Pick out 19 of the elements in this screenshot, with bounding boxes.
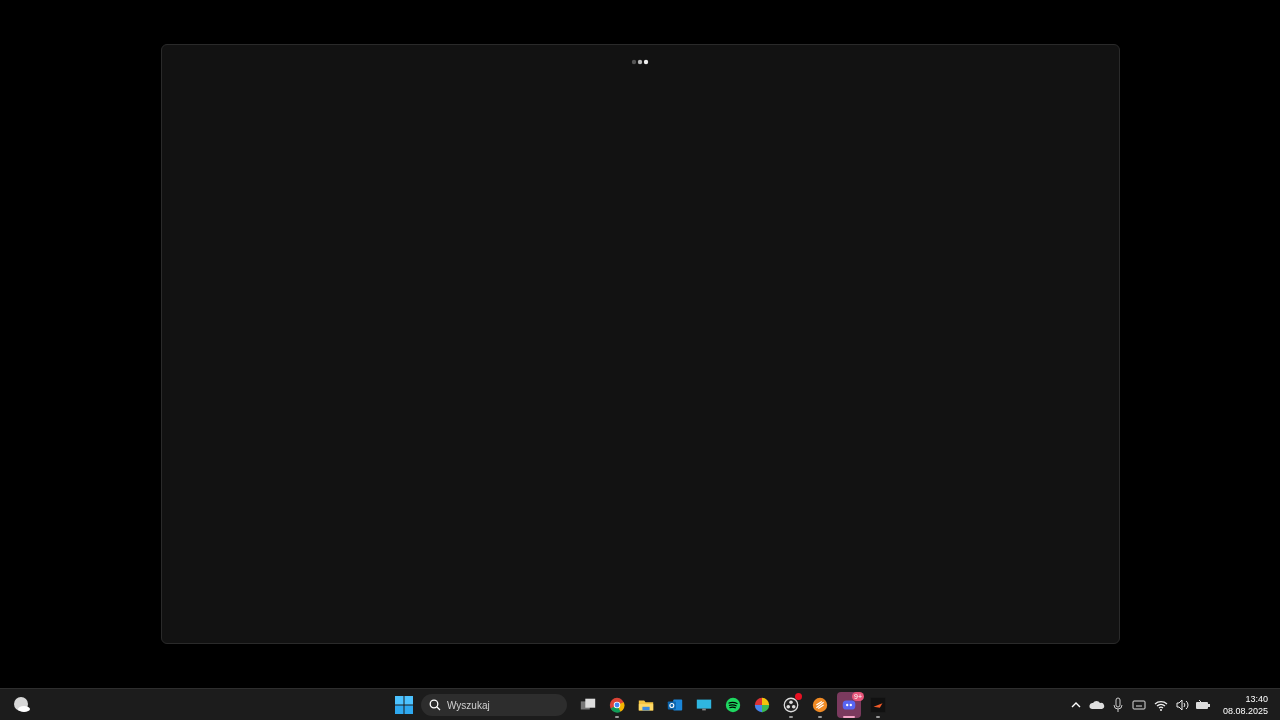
search-bar[interactable]: Wyszukaj	[421, 694, 567, 716]
recorder-logo-icon	[782, 696, 800, 714]
loading-dots-icon	[631, 59, 649, 65]
arrow-logo-icon	[869, 696, 887, 714]
clock-date[interactable]: 08.08.2025	[1222, 705, 1268, 717]
battery-icon[interactable]	[1194, 698, 1211, 712]
search-icon	[429, 699, 441, 711]
color-wheel-icon	[753, 696, 771, 714]
speaker-icon[interactable]	[1174, 698, 1189, 712]
microphone-icon[interactable]	[1110, 697, 1125, 713]
browser-logo-icon	[608, 696, 626, 714]
search-input[interactable]: Wyszukaj	[447, 697, 557, 713]
stripes-logo-icon	[811, 696, 829, 714]
cloud-icon[interactable]	[1088, 698, 1105, 712]
music-logo-icon	[724, 696, 742, 714]
clock-time[interactable]: 13:40	[1245, 693, 1268, 705]
keyboard-icon[interactable]	[1130, 698, 1147, 712]
wifi-icon[interactable]	[1152, 698, 1169, 712]
weather-icon[interactable]	[12, 695, 32, 715]
